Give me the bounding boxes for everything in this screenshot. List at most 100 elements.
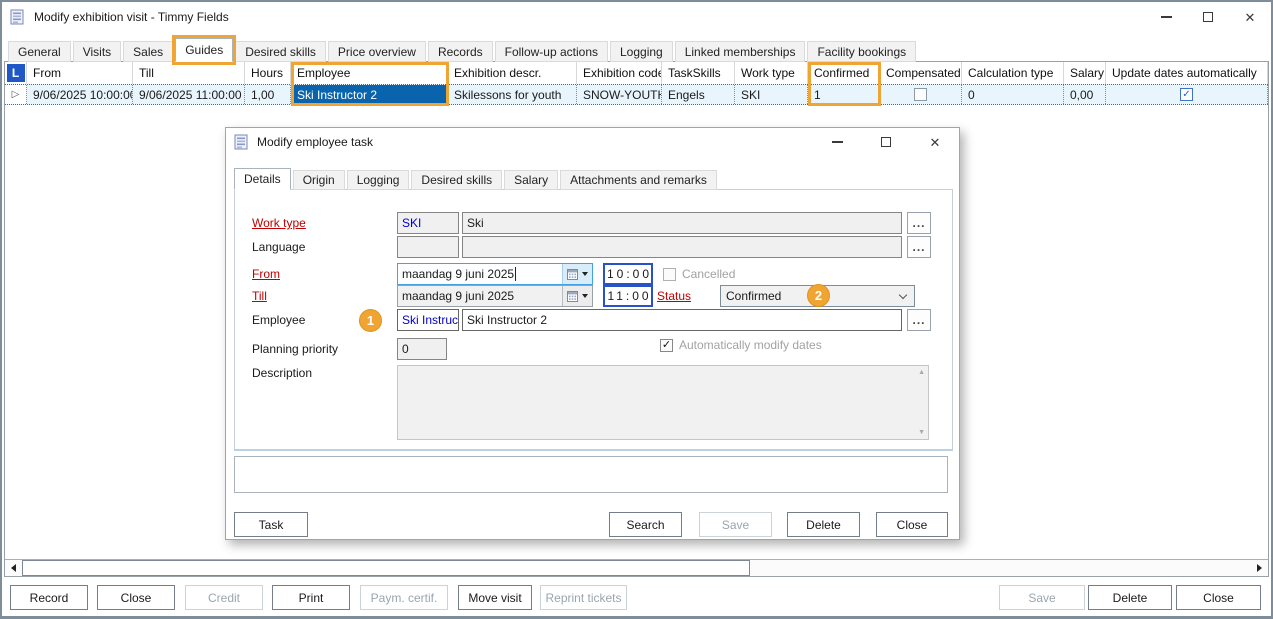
record-button[interactable]: Record <box>10 585 88 610</box>
status-dropdown[interactable]: Confirmed 2 <box>720 285 915 307</box>
col-header-exhibition-descr[interactable]: Exhibition descr. <box>448 62 577 84</box>
tab-guides[interactable]: Guides <box>175 38 233 62</box>
scrollbar-track[interactable] <box>750 560 1251 576</box>
cancelled-checkbox[interactable]: Cancelled <box>663 263 735 285</box>
dialog-remark-box[interactable] <box>234 456 948 493</box>
language-code-field[interactable] <box>397 236 459 258</box>
employee-lookup-button[interactable]: ... <box>907 309 931 331</box>
from-calendar-button[interactable] <box>562 264 592 284</box>
cell-hours[interactable]: 1,00 <box>245 85 291 104</box>
footer-close-button[interactable]: Close <box>1176 585 1261 610</box>
dialog-minimize-button[interactable] <box>825 128 849 156</box>
col-header-hours[interactable]: Hours <box>245 62 291 84</box>
compensated-checkbox-unchecked[interactable] <box>914 88 927 101</box>
dialog-close-button-bottom[interactable]: Close <box>876 512 948 537</box>
maximize-button[interactable] <box>1193 2 1223 32</box>
move-visit-button[interactable]: Move visit <box>458 585 532 610</box>
scroll-left-button[interactable] <box>5 560 22 576</box>
minimize-button[interactable] <box>1151 2 1181 32</box>
reprint-tickets-button[interactable]: Reprint tickets <box>540 585 627 610</box>
scroll-down-icon[interactable]: ▼ <box>918 429 925 436</box>
print-button[interactable]: Print <box>272 585 350 610</box>
col-header-confirmed[interactable]: Confirmed <box>808 62 880 84</box>
tab-sales[interactable]: Sales <box>123 41 173 62</box>
tab-desired-skills[interactable]: Desired skills <box>235 41 326 62</box>
col-header-update-dates-automatically[interactable]: Update dates automatically <box>1106 62 1268 84</box>
auto-modify-dates-checkbox[interactable]: ✓ Automatically modify dates <box>660 334 822 356</box>
tab-records[interactable]: Records <box>428 41 493 62</box>
cell-calculation-type[interactable]: 0 <box>962 85 1064 104</box>
language-name-field[interactable] <box>462 236 902 258</box>
cell-compensated[interactable] <box>880 85 962 104</box>
close-visit-button[interactable]: Close <box>97 585 175 610</box>
employee-name-field[interactable]: Ski Instructor 2 <box>462 309 902 331</box>
footer-save-button[interactable]: Save <box>999 585 1085 610</box>
col-header-taskskills[interactable]: TaskSkills <box>662 62 735 84</box>
task-button[interactable]: Task <box>234 512 308 537</box>
cell-till[interactable]: 9/06/2025 11:00:00 <box>133 85 245 104</box>
cell-employee-selected[interactable]: Ski Instructor 2 <box>291 85 448 104</box>
dialog-tab-details[interactable]: Details <box>234 168 291 190</box>
from-time-field[interactable]: 10:00 <box>603 263 653 285</box>
dialog-tab-desired-skills[interactable]: Desired skills <box>411 170 502 190</box>
horizontal-scrollbar[interactable] <box>5 559 1268 576</box>
dialog-save-button[interactable]: Save <box>699 512 772 537</box>
work-type-name-field[interactable]: Ski <box>462 212 902 234</box>
till-time-field[interactable]: 11:00 <box>603 285 653 307</box>
dialog-maximize-button[interactable] <box>874 128 898 156</box>
scrollbar-thumb[interactable] <box>22 560 750 576</box>
language-lookup-button[interactable]: ... <box>907 236 931 258</box>
scroll-right-button[interactable] <box>1251 560 1268 576</box>
col-header-calculation-type[interactable]: Calculation type <box>962 62 1064 84</box>
status-label: Status <box>657 285 691 307</box>
tab-linked-memberships[interactable]: Linked memberships <box>675 41 806 62</box>
cell-salary[interactable]: 0,00 <box>1064 85 1106 104</box>
col-header-employee[interactable]: Employee <box>291 62 448 84</box>
col-header-till[interactable]: Till <box>133 62 245 84</box>
scroll-up-icon[interactable]: ▲ <box>918 369 925 376</box>
tab-follow-up-actions[interactable]: Follow-up actions <box>495 41 608 62</box>
grid-corner-cell[interactable]: L <box>5 62 27 84</box>
credit-button[interactable]: Credit <box>185 585 263 610</box>
cell-exhibition-code[interactable]: SNOW-YOUTH <box>577 85 662 104</box>
employee-code-field[interactable]: Ski Instructor 2 <box>397 309 459 331</box>
work-type-lookup-button[interactable]: ... <box>907 212 931 234</box>
till-calendar-button[interactable] <box>562 286 592 306</box>
footer-button-bar: Record Close Credit Print Paym. certif. … <box>2 580 1271 616</box>
col-header-from[interactable]: From <box>27 62 133 84</box>
cell-from[interactable]: 9/06/2025 10:00:00 <box>27 85 133 104</box>
col-header-salary[interactable]: Salary <box>1064 62 1106 84</box>
col-header-compensated[interactable]: Compensated <box>880 62 962 84</box>
description-textarea[interactable]: ▲ ▼ <box>397 365 929 440</box>
tab-logging[interactable]: Logging <box>610 41 673 62</box>
paym-certif-button[interactable]: Paym. certif. <box>360 585 448 610</box>
cell-confirmed[interactable]: 1 <box>808 85 880 104</box>
col-header-exhibition-code[interactable]: Exhibition code▲ <box>577 62 662 84</box>
planning-priority-field[interactable]: 0 <box>397 338 447 360</box>
dialog-tab-salary[interactable]: Salary <box>504 170 558 190</box>
tab-general[interactable]: General <box>8 41 71 62</box>
cell-exhibition-descr[interactable]: Skilessons for youth <box>448 85 577 104</box>
search-button[interactable]: Search <box>609 512 682 537</box>
cell-work-type[interactable]: SKI <box>735 85 808 104</box>
work-type-code-field[interactable]: SKI <box>397 212 459 234</box>
update-dates-checkbox-checked[interactable]: ✓ <box>1180 88 1193 101</box>
dialog-tab-logging[interactable]: Logging <box>347 170 410 190</box>
till-date-field[interactable]: maandag 9 juni 2025 <box>397 285 593 307</box>
chevron-down-icon <box>899 291 907 299</box>
cell-taskskills[interactable]: Engels <box>662 85 735 104</box>
from-date-field[interactable]: maandag 9 juni 2025 <box>397 263 593 285</box>
tab-price-overview[interactable]: Price overview <box>328 41 426 62</box>
tab-visits[interactable]: Visits <box>73 41 121 62</box>
dialog-close-button[interactable]: ✕ <box>923 128 947 156</box>
footer-delete-button[interactable]: Delete <box>1088 585 1172 610</box>
table-row[interactable]: ▷ 9/06/2025 10:00:00 9/06/2025 11:00:00 … <box>5 84 1268 105</box>
cell-update-dates[interactable]: ✓ <box>1106 85 1268 104</box>
dialog-tab-attachments[interactable]: Attachments and remarks <box>560 170 717 190</box>
dialog-tab-origin[interactable]: Origin <box>293 170 345 190</box>
dialog-delete-button[interactable]: Delete <box>787 512 860 537</box>
grid-header-row: L From Till Hours Employee Exhibition de… <box>5 62 1268 84</box>
tab-facility-bookings[interactable]: Facility bookings <box>807 41 916 62</box>
close-button[interactable]: ✕ <box>1235 2 1265 32</box>
col-header-work-type[interactable]: Work type <box>735 62 808 84</box>
